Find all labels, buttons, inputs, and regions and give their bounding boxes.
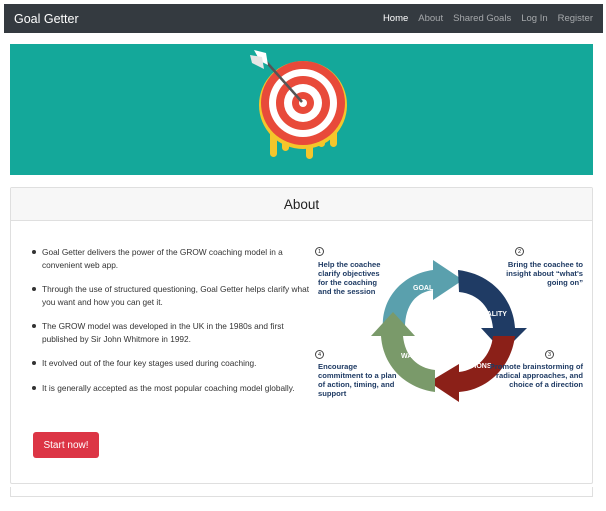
nav-home[interactable]: Home — [383, 13, 408, 24]
way-description: Encourage commitment to a plan of action… — [318, 362, 397, 398]
navbar: Goal Getter Home About Shared Goals Log … — [4, 4, 603, 33]
start-now-button[interactable]: Start now! — [33, 432, 99, 458]
goal-description: Help the coachee clarify objectives for … — [318, 260, 381, 296]
nav-log-in[interactable]: Log In — [521, 13, 547, 24]
list-item: Goal Getter delivers the power of the GR… — [31, 246, 311, 271]
nav-register[interactable]: Register — [558, 13, 593, 24]
stage-goal: GOAL — [413, 285, 434, 292]
target-arrow-logo-icon — [250, 50, 347, 159]
step-number-1: 1 — [315, 247, 324, 256]
next-card-edge — [10, 487, 593, 497]
step-number-2: 2 — [515, 247, 524, 256]
list-item: It is generally accepted as the most pop… — [31, 382, 311, 395]
list-item: It evolved out of the four key stages us… — [31, 357, 311, 370]
options-description: Promote brainstorming of radical approac… — [489, 362, 583, 389]
about-card: About Goal Getter delivers the power of … — [10, 187, 593, 484]
step-number-3: 3 — [545, 350, 554, 359]
nav-shared-goals[interactable]: Shared Goals — [453, 13, 511, 24]
list-item: Through the use of structured questionin… — [31, 283, 311, 308]
about-bullets: Goal Getter delivers the power of the GR… — [31, 246, 311, 406]
nav-about[interactable]: About — [418, 13, 443, 24]
list-item: The GROW model was developed in the UK i… — [31, 320, 311, 345]
reality-description: Bring the coachee to insight about “what… — [506, 260, 583, 287]
card-title: About — [11, 188, 592, 221]
stage-way: WAY — [401, 353, 417, 360]
stage-reality: REALITY — [477, 311, 507, 318]
brand-link[interactable]: Goal Getter — [14, 12, 373, 26]
stage-options: OPTIONS — [460, 363, 492, 370]
grow-model-diagram: GOAL REALITY OPTIONS WAY 1 2 3 4 Help th… — [313, 240, 583, 410]
step-number-4: 4 — [315, 350, 324, 359]
nav-links: Home About Shared Goals Log In Register — [373, 13, 593, 24]
hero-banner — [10, 44, 593, 175]
